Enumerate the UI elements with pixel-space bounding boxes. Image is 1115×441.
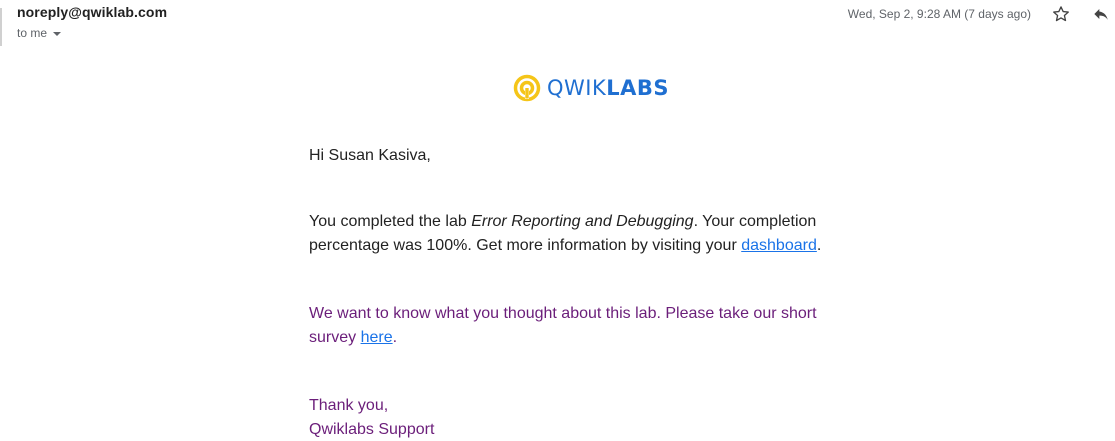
qwiklabs-logo-mark-icon — [513, 74, 541, 102]
email-date: Wed, Sep 2, 9:28 AM (7 days ago) — [847, 7, 1031, 21]
chevron-down-icon — [53, 31, 62, 36]
signoff: Thank you, — [309, 397, 389, 414]
greeting: Hi Susan Kasiva, — [309, 147, 431, 164]
star-icon — [1053, 6, 1069, 22]
recipient-label: to me — [17, 26, 48, 40]
sender-email[interactable]: noreply@qwiklab.com — [17, 4, 167, 20]
star-button[interactable] — [1050, 3, 1072, 25]
lab-name: Error Reporting and Debugging — [471, 213, 694, 230]
signature: Qwiklabs Support — [309, 421, 435, 438]
qwiklabs-logo: QWIKLABS — [513, 74, 669, 102]
recipient-details-toggle[interactable]: to me — [17, 26, 62, 40]
left-edge-divider — [0, 8, 2, 46]
completion-paragraph: You completed the lab Error Reporting an… — [309, 213, 822, 254]
signoff-paragraph: Thank you, Qwiklabs Support — [309, 394, 849, 441]
reply-button[interactable] — [1090, 3, 1112, 25]
dashboard-link[interactable]: dashboard — [741, 237, 817, 254]
logo-wordmark: QWIKLABS — [547, 76, 670, 100]
reply-icon — [1094, 9, 1108, 20]
email-view: noreply@qwiklab.com to me Wed, Sep 2, 9:… — [0, 0, 1115, 441]
survey-paragraph: We want to know what you thought about t… — [309, 305, 817, 346]
survey-link[interactable]: here — [361, 329, 393, 346]
